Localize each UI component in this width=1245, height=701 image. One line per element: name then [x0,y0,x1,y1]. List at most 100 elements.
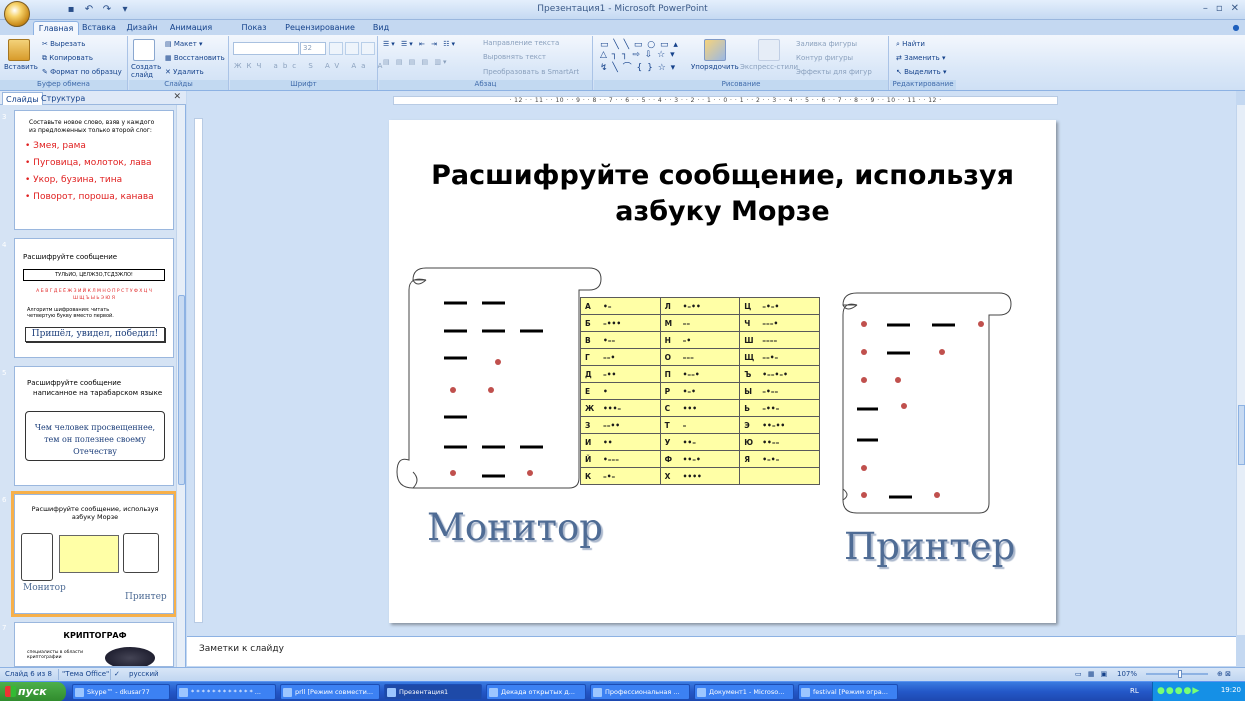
morse-code: – [682,420,687,430]
shape-outline-button[interactable]: Контур фигуры [796,54,853,62]
morse-letter: У [664,437,671,447]
word-monitor[interactable]: Монитор [427,506,603,549]
language[interactable]: русский [126,669,162,680]
task-professional[interactable]: Профессиональная ... [590,684,690,700]
morse-cell: Е • [580,382,661,400]
language-indicator[interactable]: RL [1130,687,1139,695]
cut-button[interactable]: ✂ Вырезать [42,40,85,48]
paste-icon[interactable] [8,39,30,61]
arrange-button[interactable]: Упорядочить [691,63,739,71]
task-folder[interactable]: Декада открытых д... [486,684,586,700]
tab-slideshow[interactable]: Показ слайдов [225,21,283,46]
task-presentation[interactable]: Презентация1 [384,684,482,700]
font-format-buttons[interactable]: ЖКЧ abc S AV Aa A [234,62,387,70]
find-button[interactable]: ⌕ Найти [896,40,925,49]
ribbon-tabs: Главная Вставка Дизайн Анимация Показ сл… [0,20,1245,46]
task-prll[interactable]: prll [Режим совмести... [280,684,380,700]
restore-icon[interactable]: ▫ [1216,3,1223,14]
paste-button[interactable]: Вставить [4,63,38,71]
tray-icons[interactable]: ●●●●▶ [1157,686,1200,696]
shape-fill-button[interactable]: Заливка фигуры [796,40,857,48]
morse-letter: Г [585,352,590,362]
thumb-item-text: Поворот, пороша, канава [33,192,154,202]
zoom-level[interactable]: 107% [1114,669,1140,680]
tab-insert[interactable]: Вставка [82,21,116,35]
slide-thumbnail-4[interactable]: Расшифруйте сообщение ТУЛЬИО, ЦЕЛЖЗО,ТСД… [14,238,174,358]
slide-thumbnail-3[interactable]: Составьте новое слово, взяв у каждого из… [14,110,174,230]
panel-scrollbar-thumb[interactable] [178,295,185,485]
task-label: * * * * * * * * * * * * ... [191,688,261,696]
morse-code: –•• [603,369,617,379]
scroll-printer[interactable] [829,285,1019,520]
morse-letter: Й [585,454,592,464]
slide-scrollbar-thumb[interactable] [1238,405,1245,465]
tab-animation[interactable]: Анимация [169,21,213,35]
close-panel-icon[interactable]: ✕ [173,92,181,102]
help-icon[interactable]: ● [1230,21,1242,35]
office-button-icon[interactable] [4,1,30,27]
layout-button[interactable]: ▤ Макет ▾ [165,40,203,48]
slide-scrollbar[interactable] [1236,105,1245,635]
font-family-select[interactable] [233,42,299,55]
text-direction-button[interactable]: Направление текста [483,39,559,47]
align-text-button[interactable]: Выровнять текст [483,53,546,61]
delete-slide-button[interactable]: ✕ Удалить [165,68,204,76]
clear-format-icon[interactable] [361,42,375,55]
close-icon[interactable]: ✕ [1231,3,1239,14]
morse-code: –• [682,335,692,345]
morse-cell: Л •–•• [659,297,741,315]
morse-code: •–•• [682,301,701,311]
fit-to-window-icon[interactable]: ⊕ ⊠ [1214,669,1234,680]
panel-scrollbar[interactable] [176,105,185,667]
quick-styles-button[interactable]: Экспресс-стили [740,63,798,71]
replace-button[interactable]: ⇄ Заменить ▾ [896,54,946,62]
minimize-icon[interactable]: – [1203,3,1208,14]
slide-thumbnail-6[interactable]: Расшифруйте сообщение, используя азбуку … [11,491,177,617]
new-slide-icon[interactable] [133,39,155,61]
zoom-slider-thumb[interactable] [1178,670,1182,678]
list-buttons[interactable]: ☰▾ ☰▾ ⇤ ⇥ ☷▾ [383,40,457,48]
clock: 19:20 [1220,686,1241,694]
tab-home[interactable]: Главная [33,21,79,35]
shape-effects-button[interactable]: Эффекты для фигур [796,68,872,76]
task-document1[interactable]: Документ1 - Microso... [694,684,794,700]
scroll-monitor[interactable] [389,260,604,500]
morse-cell: С ••• [659,399,741,417]
tab-outline[interactable]: Структура [38,92,88,105]
notes-pane[interactable]: Заметки к слайду [187,636,1236,666]
tab-review[interactable]: Рецензирование [282,21,358,35]
spellcheck-icon[interactable]: ✓ [110,669,123,680]
morse-row: И •• У ••– Ю ••–– [580,433,820,451]
format-painter-button[interactable]: ✎ Формат по образцу [42,68,122,76]
tab-slides[interactable]: Слайды [2,92,43,105]
start-button[interactable]: пуск [0,682,66,701]
zoom-slider[interactable] [1146,673,1208,675]
quick-styles-icon[interactable] [758,39,780,61]
align-buttons[interactable]: ▤ ▤ ▤ ▤ ▥▾ [383,58,448,66]
slide-thumbnail-7[interactable]: КРИПТОГРАФ специалисты в области криптог… [14,622,174,667]
copy-button[interactable]: ⧉ Копировать [42,54,93,63]
reset-button[interactable]: ▦ Восстановить [165,54,225,62]
folder-icon [489,688,498,697]
task-festival[interactable]: festival [Режим огра... [798,684,898,700]
shapes-gallery[interactable]: ▭ ╲ ╲ ▭ ○ ▭ ▴ △ ┐ ┐ ⇨ ⇩ ☆ ▾ ↯ ╲ ⌒ { } ☆ ▾ [600,40,679,73]
select-button[interactable]: ↖ Выделить ▾ [896,68,947,76]
new-slide-button[interactable]: Создать слайд [131,63,161,79]
arrange-icon[interactable] [704,39,726,61]
grow-font-icon[interactable] [329,42,343,55]
task-skype[interactable]: Skype™ - dkusar77 [72,684,170,700]
tab-design[interactable]: Дизайн [125,21,159,35]
view-buttons[interactable]: ▭ ▦ ▣ [1072,669,1112,680]
shrink-font-icon[interactable] [345,42,359,55]
morse-cell: У ••– [659,433,741,451]
word-printer[interactable]: Принтер [844,525,1015,568]
thumb-text: специалисты в области криптографии [27,650,84,660]
font-size-select[interactable]: 32 [300,42,326,55]
morse-letter: Ж [585,403,595,413]
tab-view[interactable]: Вид [368,21,394,35]
smartart-button[interactable]: Преобразовать в SmartArt [483,68,579,76]
slide-title[interactable]: Расшифруйте сообщение, используя азбуку … [389,158,1056,230]
slide-canvas[interactable]: Расшифруйте сообщение, используя азбуку … [389,120,1056,623]
task-browser[interactable]: * * * * * * * * * * * * ... [176,684,276,700]
slide-thumbnail-5[interactable]: Расшифруйте сообщение написанное на тара… [14,366,174,486]
